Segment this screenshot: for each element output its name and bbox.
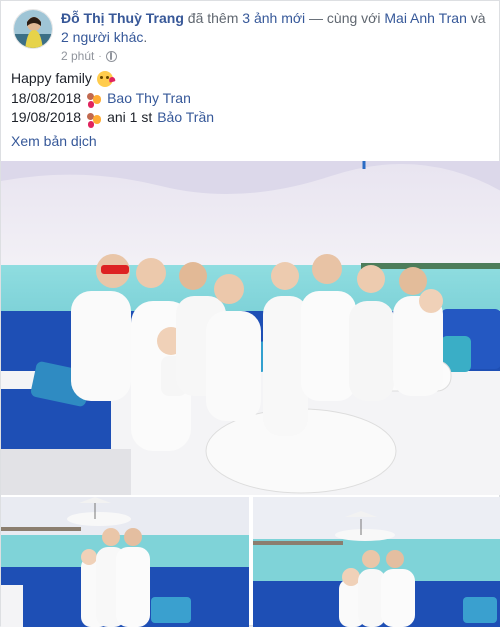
see-translation-link[interactable]: Xem bản dịch — [11, 133, 97, 149]
kiss-icon — [96, 70, 113, 87]
timestamp[interactable]: 2 phút — [61, 49, 94, 63]
caption-date: 19/08/2018 — [11, 109, 82, 125]
avatar[interactable] — [13, 9, 53, 49]
with-text: — cùng với — [309, 10, 381, 26]
author-name[interactable]: Đỗ Thị Thuỳ Trang — [61, 10, 184, 26]
caption-line-2: 18/08/2018 Bao Thy Tran — [11, 89, 491, 109]
post-header: Đỗ Thị Thuỳ Trang đã thêm 3 ảnh mới — cù… — [11, 7, 491, 63]
tag-link-bao-thy-tran[interactable]: Bao Thy Tran — [107, 89, 191, 109]
post-caption: Happy family 18/08/2018 Bao Thy Tran 19/… — [11, 69, 491, 128]
others-link[interactable]: 2 người khác — [61, 29, 143, 45]
post-photo-2[interactable] — [1, 497, 249, 627]
caption-line-1: Happy family — [11, 69, 491, 89]
post-photo-3[interactable] — [253, 497, 500, 627]
meta-separator: · — [98, 50, 102, 62]
family-icon — [86, 90, 102, 106]
caption-text: ani 1 st — [107, 109, 153, 125]
photos-link[interactable]: 3 ảnh mới — [242, 10, 305, 26]
post-headline: Đỗ Thị Thuỳ Trang đã thêm 3 ảnh mới — cù… — [61, 9, 491, 47]
post-meta: 2 phút · — [61, 49, 117, 63]
globe-icon[interactable] — [105, 50, 117, 62]
caption-text: Happy family — [11, 70, 92, 86]
end-punct: . — [143, 29, 148, 45]
caption-date: 18/08/2018 — [11, 89, 82, 106]
tag-link-bao-tran[interactable]: Bảo Trần — [157, 108, 214, 128]
post-card: Đỗ Thị Thuỳ Trang đã thêm 3 ảnh mới — cù… — [0, 0, 500, 627]
post-photo-main[interactable] — [1, 161, 500, 495]
caption-line-3: 19/08/2018 ani 1 st Bảo Trần — [11, 108, 491, 128]
and-text: và — [470, 10, 486, 26]
family-icon — [86, 110, 102, 126]
action-text: đã thêm — [187, 10, 239, 26]
tagged-person-link[interactable]: Mai Anh Tran — [384, 10, 467, 26]
